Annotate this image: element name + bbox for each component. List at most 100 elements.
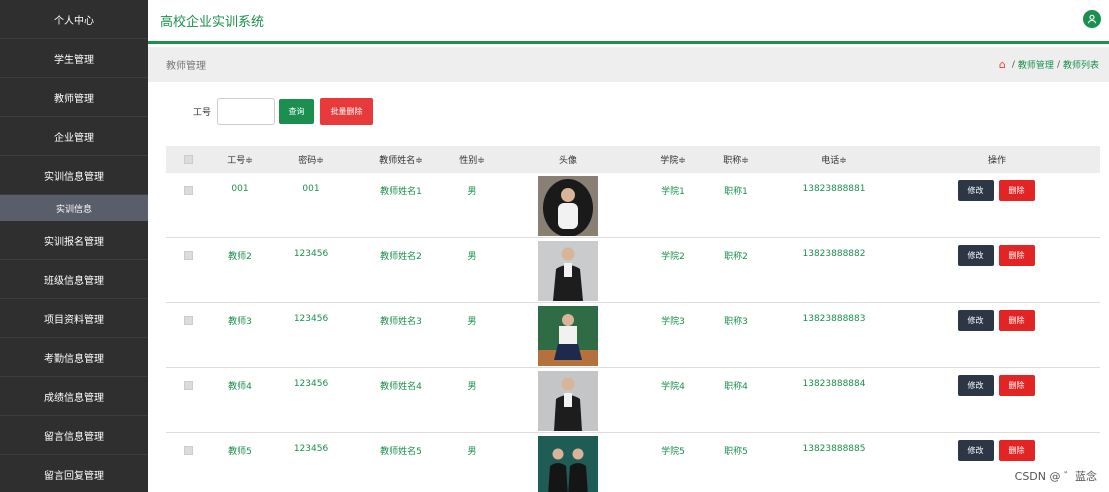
header-phone[interactable]: 电话≑ (804, 146, 864, 173)
cell-id: 教师4 (228, 382, 252, 392)
table-row: 教师5 123456 教师姓名5 男 学院5 职称5 13823888885 修… (166, 433, 1100, 492)
avatar (538, 176, 598, 236)
employee-id-input[interactable] (217, 98, 276, 125)
cell-id: 001 (231, 184, 249, 194)
sidebar-item-personal-center[interactable]: 个人中心 (0, 0, 148, 39)
row-checkbox[interactable] (183, 251, 193, 260)
table-row: 教师4 123456 教师姓名4 男 学院4 职称4 13823888884 修… (166, 368, 1100, 433)
cell-phone: 13823888881 (802, 184, 866, 194)
cell-id: 教师3 (228, 317, 252, 327)
table-row: 教师3 123456 教师姓名3 男 学院3 职称3 13823888883 修… (166, 303, 1100, 368)
home-icon[interactable]: ⌂ (999, 58, 1006, 71)
avatar (538, 436, 598, 492)
sidebar-item-class-info[interactable]: 班级信息管理 (0, 260, 148, 299)
table-row: 001 001 教师姓名1 男 学院1 职称1 13823888881 修改 删… (166, 173, 1100, 238)
watermark: CSDN @ ゛蓝念 (1014, 470, 1097, 483)
row-checkbox[interactable] (183, 316, 193, 325)
cell-title: 职称4 (724, 382, 748, 392)
delete-button[interactable]: 删除 (998, 310, 1035, 331)
select-all-checkbox[interactable] (183, 155, 193, 164)
breadcrumb-separator: / (1011, 59, 1015, 70)
select-all-cell (178, 146, 198, 173)
sidebar-item-training-signup[interactable]: 实训报名管理 (0, 221, 148, 260)
query-button[interactable]: 查询 (279, 99, 315, 124)
cell-name: 教师姓名3 (380, 317, 422, 327)
cell-password: 123456 (293, 379, 329, 389)
cell-college: 学院4 (661, 382, 685, 392)
breadcrumb-separator: / (1056, 59, 1060, 70)
breadcrumb: ⌂ / 教师管理 / 教师列表 (999, 58, 1099, 71)
batch-delete-button[interactable]: 批量删除 (320, 98, 374, 125)
edit-button[interactable]: 修改 (957, 245, 994, 266)
cell-gender: 男 (467, 317, 477, 327)
header-id[interactable]: 工号≑ (219, 146, 261, 173)
cell-gender: 男 (467, 382, 477, 392)
cell-password: 123456 (293, 249, 329, 259)
cell-phone: 13823888882 (802, 249, 866, 259)
user-avatar-icon[interactable] (1083, 10, 1101, 28)
edit-button[interactable]: 修改 (957, 375, 994, 396)
cell-title: 职称1 (724, 187, 748, 197)
cell-name: 教师姓名4 (380, 382, 422, 392)
app-title: 高校企业实训系统 (160, 15, 265, 30)
avatar (538, 371, 598, 431)
cell-title: 职称2 (724, 252, 748, 262)
sidebar-item-teachers[interactable]: 教师管理 (0, 78, 148, 117)
page-title: 教师管理 (166, 61, 206, 72)
header-password[interactable]: 密码≑ (286, 146, 336, 173)
sidebar-item-companies[interactable]: 企业管理 (0, 117, 148, 156)
cell-id: 教师2 (228, 252, 252, 262)
edit-button[interactable]: 修改 (957, 180, 994, 201)
search-label: 工号 (193, 108, 212, 118)
header-gender[interactable]: 性别≑ (451, 146, 493, 173)
sidebar: 个人中心 学生管理 教师管理 企业管理 实训信息管理 实训信息 实训报名管理 班… (0, 0, 148, 492)
edit-button[interactable]: 修改 (957, 440, 994, 461)
header-title[interactable]: 职称≑ (715, 146, 757, 173)
header-name[interactable]: 教师姓名≑ (366, 146, 436, 173)
sidebar-item-grades[interactable]: 成绩信息管理 (0, 377, 148, 416)
header-ops: 操作 (987, 156, 1006, 166)
cell-title: 职称3 (724, 317, 748, 327)
cell-gender: 男 (467, 252, 477, 262)
cell-name: 教师姓名1 (380, 187, 422, 197)
sidebar-item-project-materials[interactable]: 项目资料管理 (0, 299, 148, 338)
sidebar-item-training-info[interactable]: 实训信息管理 (0, 156, 148, 195)
sidebar-item-messages[interactable]: 留言信息管理 (0, 416, 148, 455)
cell-college: 学院3 (661, 317, 685, 327)
sidebar-subitem-training-info[interactable]: 实训信息 (0, 195, 148, 221)
breadcrumb-teacher-list: 教师列表 (1062, 61, 1099, 71)
breadcrumb-teacher-mgmt[interactable]: 教师管理 (1018, 58, 1054, 71)
search-bar: 工号 查询 批量删除 (193, 98, 374, 125)
edit-button[interactable]: 修改 (957, 310, 994, 331)
cell-college: 学院5 (661, 447, 685, 457)
row-checkbox[interactable] (183, 446, 193, 455)
cell-password: 123456 (293, 314, 329, 324)
cell-college: 学院2 (661, 252, 685, 262)
sidebar-item-students[interactable]: 学生管理 (0, 39, 148, 78)
teacher-table: 工号≑ 密码≑ 教师姓名≑ 性别≑ 头像 学院≑ 职称≑ 电话≑ 操作 001 … (166, 146, 1100, 492)
cell-gender: 男 (467, 447, 477, 457)
cell-college: 学院1 (661, 187, 685, 197)
avatar (538, 241, 598, 301)
cell-phone: 13823888883 (802, 314, 866, 324)
main-area: 高校企业实训系统 教师管理 ⌂ / 教师管理 / 教师列表 工号 查询 批量删除… (148, 0, 1109, 492)
table-row: 教师2 123456 教师姓名2 男 学院2 职称2 13823888882 修… (166, 238, 1100, 303)
delete-button[interactable]: 删除 (998, 180, 1035, 201)
cell-title: 职称5 (724, 447, 748, 457)
delete-button[interactable]: 删除 (998, 375, 1035, 396)
table-header: 工号≑ 密码≑ 教师姓名≑ 性别≑ 头像 学院≑ 职称≑ 电话≑ 操作 (166, 146, 1100, 173)
sidebar-item-attendance[interactable]: 考勤信息管理 (0, 338, 148, 377)
breadcrumb-bar: 教师管理 ⌂ / 教师管理 / 教师列表 (148, 47, 1109, 82)
delete-button[interactable]: 删除 (998, 245, 1035, 266)
row-checkbox[interactable] (183, 186, 193, 195)
cell-phone: 13823888884 (802, 379, 866, 389)
header-avatar: 头像 (558, 156, 577, 166)
delete-button[interactable]: 删除 (998, 440, 1035, 461)
top-bar: 高校企业实训系统 (148, 0, 1109, 44)
cell-phone: 13823888885 (802, 444, 866, 454)
cell-id: 教师5 (228, 447, 252, 457)
row-checkbox[interactable] (183, 381, 193, 390)
header-college[interactable]: 学院≑ (652, 146, 694, 173)
sidebar-item-message-replies[interactable]: 留言回复管理 (0, 455, 148, 492)
cell-password: 001 (302, 184, 320, 194)
